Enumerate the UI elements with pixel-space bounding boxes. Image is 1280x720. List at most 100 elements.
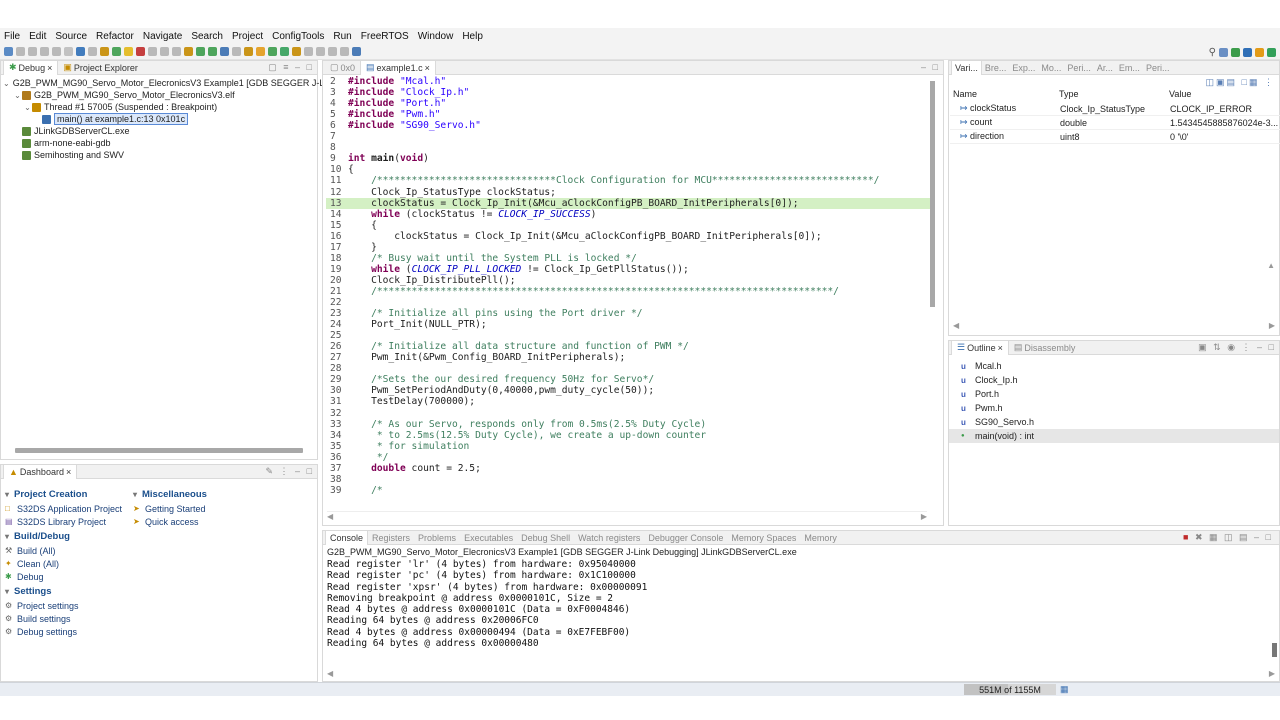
- expand-toggle-icon[interactable]: ⌄: [23, 103, 32, 112]
- tab-mo[interactable]: Mo...: [1038, 61, 1064, 75]
- code-line[interactable]: 9 int main(void): [326, 153, 930, 164]
- build-settings-link[interactable]: ⚙ Build settings: [5, 612, 122, 625]
- menu-window[interactable]: Window: [418, 31, 454, 42]
- disconnect-icon[interactable]: [148, 47, 157, 56]
- tab-exp[interactable]: Exp...: [1009, 61, 1038, 75]
- debug-tree-item[interactable]: Semihosting and SWV: [3, 149, 317, 161]
- perspective-toolbar-icon[interactable]: [352, 47, 361, 56]
- s32ds-app-project-link[interactable]: □ S32DS Application Project: [5, 502, 122, 515]
- open-type-icon[interactable]: [244, 47, 253, 56]
- code-editor[interactable]: 2 #include "Mcal.h" 3 #include "Clock_Ip.h"…: [326, 74, 930, 514]
- code-line[interactable]: 10 {: [326, 164, 930, 175]
- print-icon[interactable]: [28, 47, 37, 56]
- menu-refactor[interactable]: Refactor: [96, 31, 134, 42]
- run-config-icon[interactable]: [100, 47, 109, 56]
- tab-ar[interactable]: Ar...: [1094, 61, 1116, 75]
- console-vscrollbar[interactable]: [1272, 643, 1277, 657]
- menu-configtools[interactable]: ConfigTools: [272, 31, 324, 42]
- variable-row[interactable]: ↦ count double 1.5434545885876024e-3...: [950, 116, 1280, 130]
- code-line[interactable]: 33 /* As our Servo, responds only from 0…: [326, 419, 930, 430]
- tab-em[interactable]: Em...: [1116, 61, 1143, 75]
- getting-started-link[interactable]: ➤ Getting Started: [133, 502, 207, 515]
- tab-memory[interactable]: Memory: [800, 531, 841, 545]
- section-miscellaneous[interactable]: ▾ Miscellaneous: [133, 489, 207, 500]
- tab-debug[interactable]: ✱ Debug ×: [3, 60, 59, 75]
- gc-icon[interactable]: ▦: [1060, 684, 1069, 695]
- code-line[interactable]: 21 /************************************…: [326, 286, 930, 297]
- code-line[interactable]: 24 Port_Init(NULL_PTR);: [326, 319, 930, 330]
- code-line[interactable]: 19 while (CLOCK_IP_PLL_LOCKED != Clock_I…: [326, 264, 930, 275]
- code-line[interactable]: 27 Pwm_Init(&Pwm_Config_BOARD_InitPeriph…: [326, 352, 930, 363]
- terminal-icon[interactable]: [76, 47, 85, 56]
- code-line[interactable]: 2 #include "Mcal.h": [326, 76, 930, 87]
- outline-item[interactable]: u Pwm.h: [949, 401, 1279, 415]
- search-icon[interactable]: ⚲: [1209, 47, 1216, 58]
- menu-help[interactable]: Help: [462, 31, 483, 42]
- previous-icon[interactable]: [280, 47, 289, 56]
- tab-outline[interactable]: ☰ Outline ×: [951, 340, 1009, 355]
- menu-project[interactable]: Project: [232, 31, 263, 42]
- annotation-icon[interactable]: [256, 47, 265, 56]
- code-line[interactable]: 39 /*: [326, 485, 930, 496]
- tab-watch-registers[interactable]: Watch registers: [574, 531, 644, 545]
- build-all-link[interactable]: ⚒ Build (All): [5, 544, 122, 557]
- debug-hscrollbar[interactable]: [15, 448, 303, 453]
- coverage-icon[interactable]: [220, 47, 229, 56]
- mark-icon[interactable]: [340, 47, 349, 56]
- forward-icon[interactable]: [304, 47, 313, 56]
- code-line[interactable]: 36 */: [326, 452, 930, 463]
- tab-peri[interactable]: Peri...: [1064, 61, 1094, 75]
- col-value-header[interactable]: Value: [1169, 89, 1279, 101]
- code-line[interactable]: 14 while (clockStatus != CLOCK_IP_SUCCES…: [326, 209, 930, 220]
- outline-item[interactable]: ● main(void) : int: [949, 429, 1279, 443]
- code-line[interactable]: 4 #include "Port.h": [326, 98, 930, 109]
- code-line[interactable]: 32: [326, 408, 930, 419]
- menu-freertos[interactable]: FreeRTOS: [361, 31, 409, 42]
- peripherals-perspective-icon[interactable]: [1267, 47, 1276, 57]
- s32ds-lib-project-link[interactable]: ▤ S32DS Library Project: [5, 515, 122, 528]
- code-line[interactable]: 12 Clock_Ip_StatusType clockStatus;: [326, 187, 930, 198]
- menu-search[interactable]: Search: [191, 31, 223, 42]
- expand-toggle-icon[interactable]: ⌄: [3, 79, 10, 88]
- pin-icon[interactable]: [316, 47, 325, 56]
- code-line[interactable]: 5 #include "Pwm.h": [326, 109, 930, 120]
- connect-icon[interactable]: [88, 47, 97, 56]
- section-build-debug[interactable]: ▾ Build/Debug: [5, 531, 122, 542]
- debug-tree-item[interactable]: ⌄ G2B_PWM_MG90_Servo_Motor_ElecronicsV3.e…: [3, 89, 317, 101]
- clean-all-link[interactable]: ✦ Clean (All): [5, 557, 122, 570]
- col-name-header[interactable]: Name: [949, 89, 1059, 101]
- cpp-perspective-icon[interactable]: [1243, 47, 1252, 57]
- debug-icon[interactable]: [64, 47, 73, 56]
- tab-console[interactable]: Console: [325, 530, 369, 545]
- code-line[interactable]: 37 double count = 2.5;: [326, 463, 930, 474]
- code-line[interactable]: 30 Pwm_SetPeriodAndDuty(0,40000,pwm_duty…: [326, 385, 930, 396]
- code-line[interactable]: 25: [326, 330, 930, 341]
- menu-run[interactable]: Run: [333, 31, 351, 42]
- variables-toolbar[interactable]: ◫▣▤ □▦ ⋮: [1206, 77, 1275, 88]
- menu-edit[interactable]: Edit: [29, 31, 46, 42]
- outline-item[interactable]: u Port.h: [949, 387, 1279, 401]
- search-toolbar-icon[interactable]: [232, 47, 241, 56]
- console-hscroll[interactable]: ◀ ▶: [327, 669, 1275, 679]
- debug-link[interactable]: ✱ Debug: [5, 570, 122, 583]
- code-line[interactable]: 38: [326, 474, 930, 485]
- code-line[interactable]: 35 * for simulation: [326, 441, 930, 452]
- code-line[interactable]: 8: [326, 142, 930, 153]
- link-icon[interactable]: [328, 47, 337, 56]
- code-line[interactable]: 28: [326, 363, 930, 374]
- external-tools-icon[interactable]: [196, 47, 205, 56]
- clean-icon[interactable]: [52, 47, 61, 56]
- code-line[interactable]: 6 #include "SG90_Servo.h": [326, 120, 930, 131]
- tab-debug-shell[interactable]: Debug Shell: [517, 531, 574, 545]
- tab-dashboard[interactable]: ▲ Dashboard ×: [3, 464, 78, 479]
- code-line[interactable]: 18 /* Busy wait until the System PLL is …: [326, 253, 930, 264]
- code-line[interactable]: 7: [326, 131, 930, 142]
- code-line[interactable]: 22: [326, 297, 930, 308]
- new-icon[interactable]: [4, 47, 13, 56]
- code-line[interactable]: 26 /* Initialize all data structure and …: [326, 341, 930, 352]
- code-line[interactable]: 17 }: [326, 242, 930, 253]
- code-line[interactable]: 31 TestDelay(700000);: [326, 396, 930, 407]
- tab-address-0x0[interactable]: ▢ 0x0: [325, 61, 360, 75]
- perspective-icon[interactable]: [1219, 47, 1228, 57]
- col-type-header[interactable]: Type: [1059, 89, 1169, 101]
